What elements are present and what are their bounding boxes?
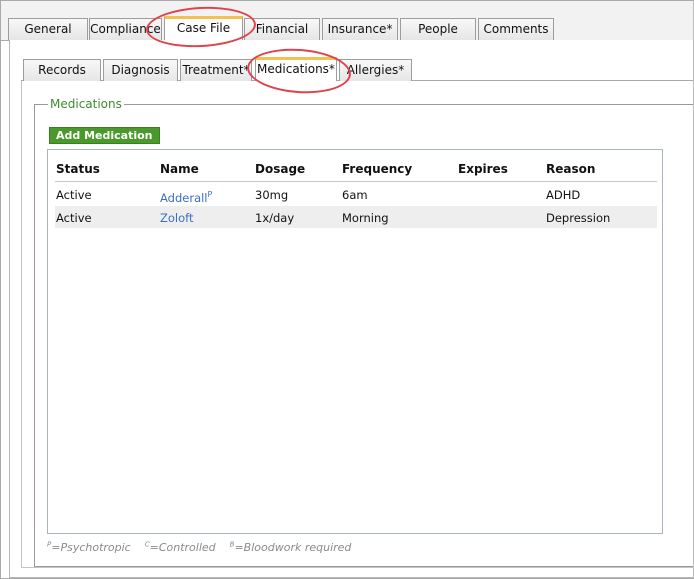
legend-bloodwork: B=Bloodwork required — [229, 540, 352, 554]
tab-diagnosis[interactable]: Diagnosis — [103, 59, 178, 81]
table-row[interactable]: Active AdderallP 30mg 6am ADHD — [55, 183, 657, 205]
tab-insurance[interactable]: Insurance* — [322, 18, 398, 40]
column-header-expires[interactable]: Expires — [458, 162, 508, 176]
tab-general[interactable]: General — [8, 18, 88, 40]
legend-psychotropic: P=Psychotropic — [47, 540, 131, 554]
tab-case-file[interactable]: Case File — [164, 16, 243, 40]
table-row[interactable]: Active Zoloft 1x/day Morning Depression — [55, 206, 657, 228]
tab-allergies[interactable]: Allergies* — [339, 59, 412, 81]
header-divider — [55, 181, 657, 182]
psychotropic-marker: P — [207, 190, 213, 199]
cell-reason: ADHD — [546, 188, 581, 202]
add-medication-button[interactable]: Add Medication — [49, 127, 160, 144]
tab-records[interactable]: Records — [23, 59, 101, 81]
medication-name[interactable]: Adderall — [160, 191, 208, 205]
medications-table: Status Name Dosage Frequency Expires Rea… — [47, 149, 663, 534]
tab-comments[interactable]: Comments — [478, 18, 554, 40]
tab-treatment[interactable]: Treatment* — [180, 59, 252, 81]
marker-legend: P=Psychotropic C=Controlled B=Bloodwork … — [47, 540, 351, 554]
cell-frequency: 6am — [342, 188, 368, 202]
column-header-status[interactable]: Status — [56, 162, 100, 176]
cell-dosage: 1x/day — [255, 211, 295, 225]
medication-link[interactable]: AdderallP — [160, 190, 212, 205]
cell-frequency: Morning — [342, 211, 389, 225]
cell-dosage: 30mg — [255, 188, 289, 202]
cell-status: Active — [56, 211, 92, 225]
tab-people[interactable]: People — [400, 18, 476, 40]
tab-financial[interactable]: Financial — [244, 18, 320, 40]
medications-legend: Medications — [48, 97, 124, 111]
column-header-frequency[interactable]: Frequency — [342, 162, 412, 176]
cell-reason: Depression — [546, 211, 611, 225]
medication-link[interactable]: Zoloft — [160, 211, 194, 225]
tab-medications[interactable]: Medications* — [255, 57, 337, 81]
column-header-dosage[interactable]: Dosage — [255, 162, 305, 176]
column-header-name[interactable]: Name — [160, 162, 199, 176]
tab-compliance[interactable]: Compliance — [89, 18, 162, 40]
medication-name[interactable]: Zoloft — [160, 211, 194, 225]
cell-status: Active — [56, 188, 92, 202]
column-header-reason[interactable]: Reason — [546, 162, 595, 176]
legend-controlled: C=Controlled — [144, 540, 216, 554]
